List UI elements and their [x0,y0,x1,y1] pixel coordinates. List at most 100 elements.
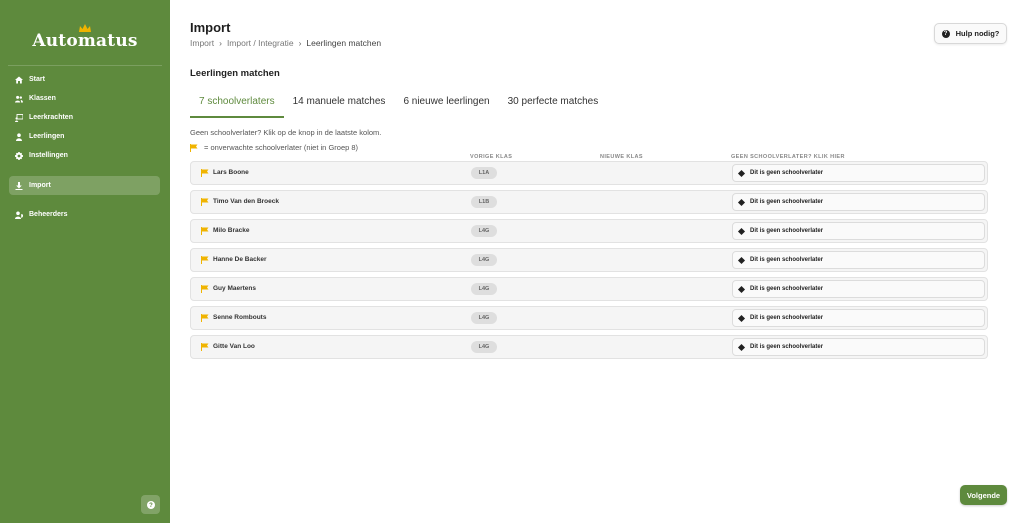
sidebar-item-import[interactable]: Import [9,176,160,195]
class-badge: L1A [471,167,497,179]
table-row: Hanne De Backer L4G Dit is geen schoolve… [190,248,988,272]
not-leaver-button-label: Dit is geen schoolverlater [750,257,824,263]
not-leaver-button[interactable]: Dit is geen schoolverlater [732,309,985,327]
flag-icon [201,169,209,177]
sidebar-item-label: Leerkrachten [29,114,73,121]
question-icon: ? [146,500,155,509]
help-button-label: Hulp nodig? [955,29,1000,38]
brand-name: Automatus [32,31,138,51]
crown-icon [0,20,170,32]
sidebar-item-beheerders[interactable]: Beheerders [9,205,160,224]
question-icon: ? [941,29,950,38]
teacher-icon [15,113,23,122]
not-leaver-button[interactable]: Dit is geen schoolverlater [732,193,985,211]
sidebar-item-label: Beheerders [29,211,68,218]
not-leaver-button[interactable]: Dit is geen schoolverlater [732,280,985,298]
student-name: Senne Rombouts [213,314,267,321]
tab-schoolverlaters[interactable]: 7 schoolverlaters [190,90,284,118]
flag-icon [201,227,209,235]
not-leaver-button[interactable]: Dit is geen schoolverlater [732,338,985,356]
admin-icon [15,211,23,219]
next-button[interactable]: Volgende [960,485,1007,505]
logo: Automatus [0,20,170,51]
class-badge: L4G [471,225,497,237]
breadcrumb: Import › Import / Integratie › Leerlinge… [190,38,381,48]
not-leaver-button-label: Dit is geen schoolverlater [750,170,824,176]
tab-perfecte-matches[interactable]: 30 perfecte matches [499,90,608,118]
diamond-icon [737,285,746,293]
sidebar-item-start[interactable]: Start [9,70,160,89]
not-leaver-button-label: Dit is geen schoolverlater [750,199,824,205]
student-name: Timo Van den Broeck [213,198,279,205]
class-badge: L4G [471,283,497,295]
not-leaver-button-label: Dit is geen schoolverlater [750,315,824,321]
help-icon-button[interactable]: ? [141,495,160,514]
class-badge: L4G [471,341,497,353]
tab-nieuwe-leerlingen[interactable]: 6 nieuwe leerlingen [394,90,498,118]
tab-bar: 7 schoolverlaters 14 manuele matches 6 n… [190,90,988,118]
not-leaver-button-label: Dit is geen schoolverlater [750,228,824,234]
home-icon [15,76,23,84]
breadcrumb-integratie[interactable]: Import / Integratie [227,38,294,48]
flag-icon [201,256,209,264]
student-name: Milo Bracke [213,227,250,234]
flag-icon [201,285,209,293]
flag-icon [190,143,198,152]
class-badge: L4G [471,254,497,266]
student-name: Hanne De Backer [213,256,267,263]
diamond-icon [737,198,746,206]
not-leaver-button[interactable]: Dit is geen schoolverlater [732,164,985,182]
column-header-vorige-klas: VORIGE KLAS [470,154,513,160]
sidebar-item-instellingen[interactable]: Instellingen [9,146,160,165]
tab-manuele-matches[interactable]: 14 manuele matches [284,90,395,118]
legend-text: = onverwachte schoolverlater (niet in Gr… [190,143,358,152]
class-badge: L1B [471,196,497,208]
table-row: Milo Bracke L4G Dit is geen schoolverlat… [190,219,988,243]
sidebar: Automatus Start Klassen Leerkrachten Lee… [0,0,170,523]
not-leaver-button[interactable]: Dit is geen schoolverlater [732,251,985,269]
legend-label: = onverwachte schoolverlater (niet in Gr… [204,143,359,152]
sidebar-divider [8,65,162,66]
import-icon [15,181,23,190]
student-name: Gitte Van Loo [213,343,255,350]
not-leaver-button-label: Dit is geen schoolverlater [750,344,824,350]
sidebar-item-label: Start [29,76,45,83]
diamond-icon [737,169,746,177]
sidebar-item-label: Leerlingen [29,133,65,140]
table-row: Lars Boone L1A Dit is geen schoolverlate… [190,161,988,185]
diamond-icon [737,227,746,235]
sidebar-item-leerlingen[interactable]: Leerlingen [9,127,160,146]
breadcrumb-import[interactable]: Import [190,38,214,48]
sidebar-item-label: Klassen [29,95,56,102]
sidebar-item-klassen[interactable]: Klassen [9,89,160,108]
users-icon [15,95,23,103]
table-row: Timo Van den Broeck L1B Dit is geen scho… [190,190,988,214]
chevron-right-icon: › [298,38,302,48]
class-badge: L4G [471,312,497,324]
flag-icon [201,314,209,322]
not-leaver-button[interactable]: Dit is geen schoolverlater [732,222,985,240]
diamond-icon [737,256,746,264]
instruction-text: Geen schoolverlater? Klik op de knop in … [190,128,382,137]
diamond-icon [737,343,746,351]
page-title: Import [190,20,231,35]
sidebar-item-label: Import [29,182,51,189]
help-button[interactable]: ? Hulp nodig? [934,23,1007,44]
table-row: Senne Rombouts L4G Dit is geen schoolver… [190,306,988,330]
column-header-nieuwe-klas: NIEUWE KLAS [600,154,643,160]
student-icon [15,132,23,141]
column-header-geen-schoolverlater: GEEN SCHOOLVERLATER? KLIK HIER [731,154,845,160]
breadcrumb-current: Leerlingen matchen [306,38,382,48]
student-name: Guy Maertens [213,285,256,292]
sidebar-item-leerkrachten[interactable]: Leerkrachten [9,108,160,127]
table-row: Guy Maertens L4G Dit is geen schoolverla… [190,277,988,301]
not-leaver-button-label: Dit is geen schoolverlater [750,286,824,292]
flag-icon [201,343,209,351]
gear-icon [15,151,23,160]
table-row: Gitte Van Loo L4G Dit is geen schoolverl… [190,335,988,359]
flag-icon [201,198,209,206]
section-title: Leerlingen matchen [190,68,280,79]
sidebar-item-label: Instellingen [29,152,68,159]
svg-text:?: ? [149,503,153,509]
student-name: Lars Boone [213,169,249,176]
